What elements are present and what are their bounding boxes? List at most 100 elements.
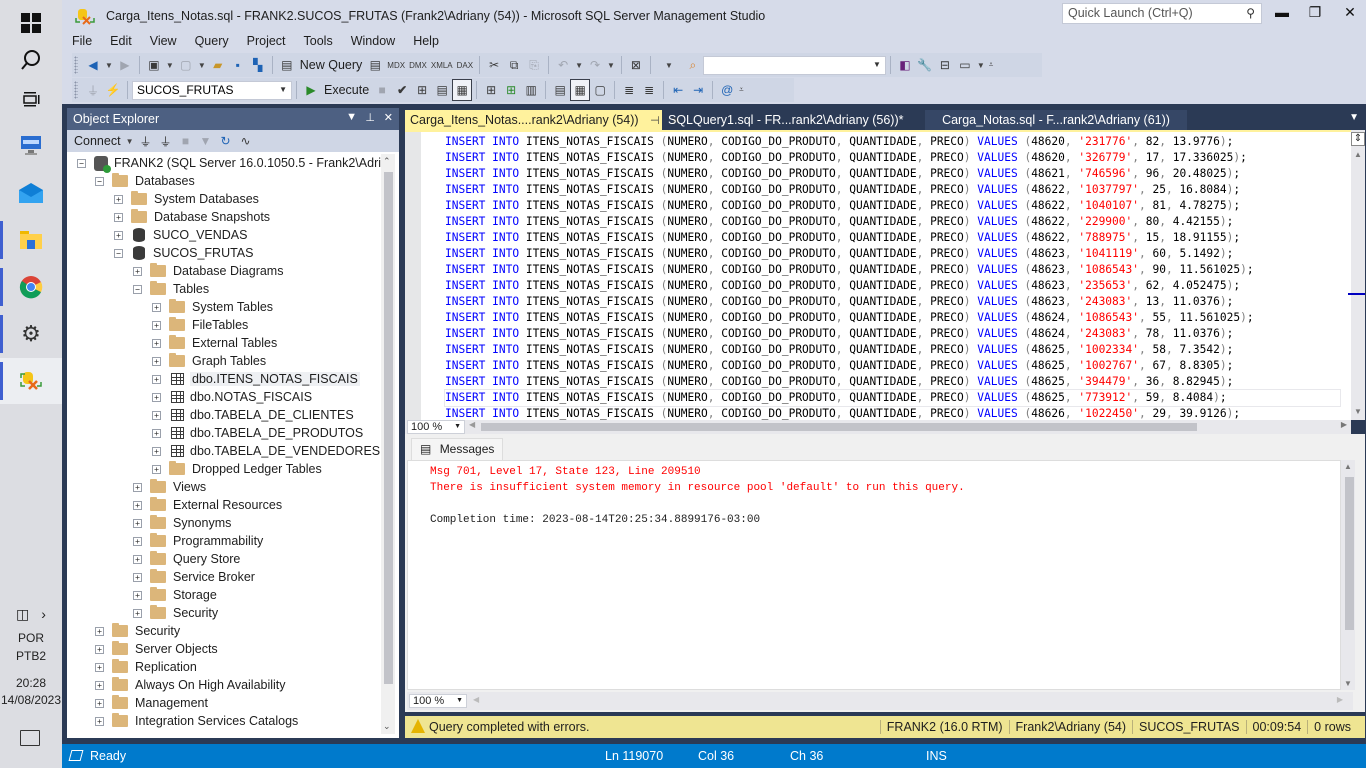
chevron-right-icon[interactable]: › [41, 606, 46, 623]
expand-icon[interactable]: + [133, 536, 142, 546]
refresh-icon[interactable]: ↻ [215, 130, 235, 152]
find-combo[interactable]: ▼ [702, 55, 886, 75]
save-icon[interactable]: ▪ [228, 54, 248, 76]
chevron-down-icon[interactable]: ▼ [977, 61, 985, 70]
split-window-icon[interactable]: ⇕ [1351, 132, 1365, 146]
tree-node[interactable]: − Tables [133, 280, 209, 298]
sql-editor[interactable]: INSERT INTO ITENS_NOTAS_FISCAIS (NUMERO,… [405, 130, 1351, 420]
scroll-down-icon[interactable]: ▼ [1344, 679, 1352, 688]
expand-icon[interactable]: + [95, 644, 104, 654]
taskbar-remote-desktop[interactable] [0, 122, 62, 168]
chevron-down-icon[interactable]: ▼ [105, 61, 113, 70]
activity-monitor-icon[interactable]: ∿ [235, 130, 255, 152]
tree-node[interactable]: + dbo.NOTAS_FISCAIS [152, 388, 312, 406]
editor-zoom-select[interactable]: 100 % ▼ [407, 420, 465, 434]
menu-edit[interactable]: Edit [101, 32, 141, 52]
redo-icon[interactable]: ↷ [585, 54, 605, 76]
new-project-icon[interactable]: ▣ [144, 54, 164, 76]
find-in-files-icon[interactable]: ⌕ [683, 54, 703, 76]
chevron-down-icon[interactable]: ▼ [126, 137, 134, 146]
expand-icon[interactable]: + [152, 464, 161, 474]
connect-button[interactable]: Connect [71, 134, 124, 148]
tree-node[interactable]: + dbo.TABELA_DE_CLIENTES [152, 406, 354, 424]
tab-overflow-icon[interactable]: ▼ [1349, 112, 1359, 123]
tree-node[interactable]: + Integration Services Catalogs [95, 712, 298, 730]
tree-node[interactable]: − FRANK2 (SQL Server 16.0.1050.5 - Frank2… [77, 154, 381, 173]
chevron-down-icon[interactable]: ▼ [166, 61, 174, 70]
stop-icon[interactable]: ■ [175, 130, 195, 152]
tab-carga-itens-notas[interactable]: Carga_Itens_Notas....rank2\Adriany (54))… [405, 110, 680, 130]
cancel-query-icon[interactable]: ■ [372, 79, 392, 101]
pin-icon[interactable]: ⊣ [650, 114, 660, 127]
tree-node[interactable]: + Database Snapshots [114, 208, 270, 226]
query-options-icon[interactable]: ▤ [432, 79, 452, 101]
expand-icon[interactable]: + [95, 680, 104, 690]
expand-icon[interactable]: + [133, 500, 142, 510]
execute-button[interactable]: Execute [321, 83, 372, 97]
add-item-icon[interactable]: ▢ [176, 54, 196, 76]
expand-icon[interactable]: + [95, 698, 104, 708]
client-statistics-icon[interactable]: ▥ [521, 79, 541, 101]
decrease-indent-icon[interactable]: ⇤ [668, 79, 688, 101]
tree-node[interactable]: + Dropped Ledger Tables [152, 460, 322, 478]
paste-icon[interactable]: ⎘ [524, 54, 544, 76]
tree-node[interactable]: + dbo.TABELA_DE_VENDEDORES [152, 442, 380, 460]
taskbar-ssms[interactable] [0, 358, 62, 404]
meet-now-icon[interactable]: ◫ [16, 606, 29, 623]
chevron-down-icon[interactable]: ▼ [198, 61, 206, 70]
toolbar-grip[interactable] [74, 81, 78, 99]
tree-node[interactable]: + Views [133, 478, 206, 496]
tree-node[interactable]: + SUCO_VENDAS [114, 226, 247, 244]
expand-icon[interactable]: + [95, 626, 104, 636]
results-zoom-select[interactable]: 100 % ▼ [409, 694, 467, 708]
taskbar-file-explorer[interactable] [0, 217, 62, 263]
restore-button[interactable]: ❐ [1303, 4, 1327, 24]
dmx-query-icon[interactable]: DMX [407, 54, 429, 76]
undo-icon[interactable]: ↶ [553, 54, 573, 76]
collapse-icon[interactable]: − [95, 176, 104, 186]
scrollbar-thumb[interactable] [384, 172, 393, 684]
results-to-file-icon[interactable]: ▢ [590, 79, 610, 101]
results-to-text-icon[interactable]: ▤ [550, 79, 570, 101]
quick-launch-input[interactable]: Quick Launch (Ctrl+Q) ⚲ [1062, 3, 1262, 24]
messages-vertical-scrollbar[interactable]: ▲ ▼ [1341, 460, 1355, 690]
chevron-down-icon[interactable]: ▼ [665, 61, 673, 70]
scroll-left-icon[interactable]: ◀ [473, 695, 479, 704]
navigate-back-icon[interactable]: ◀ [83, 54, 103, 76]
expand-icon[interactable]: + [133, 590, 142, 600]
tree-node[interactable]: + Synonyms [133, 514, 231, 532]
expand-icon[interactable]: + [152, 428, 161, 438]
include-actual-plan-icon[interactable]: ⊞ [481, 79, 501, 101]
tree-node[interactable]: + System Tables [152, 298, 273, 316]
editor-horizontal-scrollbar-thumb[interactable] [481, 423, 1197, 431]
dax-query-icon[interactable]: DAX [455, 54, 475, 76]
task-view-button[interactable] [0, 76, 62, 122]
uncomment-lines-icon[interactable]: ≣ [639, 79, 659, 101]
expand-icon[interactable]: + [152, 392, 161, 402]
live-query-stats-icon[interactable]: ⊞ [501, 79, 521, 101]
toolbar-overflow-icon[interactable]: ⩡ [989, 60, 994, 70]
xmla-query-icon[interactable]: XMLA [429, 54, 455, 76]
menu-help[interactable]: Help [404, 32, 448, 52]
taskbar-mail[interactable] [0, 170, 62, 216]
scroll-up-icon[interactable]: ⌃ [383, 156, 391, 167]
tree-node[interactable]: + Always On High Availability [95, 676, 286, 694]
new-query-icon[interactable]: ▤ [277, 54, 297, 76]
results-to-grid-icon[interactable]: ▦ [570, 79, 591, 101]
tree-node[interactable]: + dbo.ITENS_NOTAS_FISCAIS [152, 370, 360, 388]
expand-icon[interactable]: + [133, 572, 142, 582]
expand-icon[interactable]: + [152, 374, 161, 384]
minimize-button[interactable]: ▬ [1270, 4, 1294, 24]
menu-file[interactable]: File [62, 32, 101, 52]
increase-indent-icon[interactable]: ⇥ [688, 79, 708, 101]
activity-monitor-icon[interactable]: ⊠ [626, 54, 646, 76]
connect-plug-icon[interactable]: ⏚ [135, 130, 155, 152]
tab-messages[interactable]: ▤ Messages [411, 438, 504, 460]
expand-icon[interactable]: + [133, 554, 142, 564]
menu-window[interactable]: Window [342, 32, 404, 52]
comment-lines-icon[interactable]: ≣ [619, 79, 639, 101]
parse-check-icon[interactable]: ✔ [392, 79, 412, 101]
taskbar-settings[interactable]: ⚙ [0, 311, 62, 357]
tree-node[interactable]: + Management [95, 694, 208, 712]
expand-icon[interactable]: + [152, 410, 161, 420]
